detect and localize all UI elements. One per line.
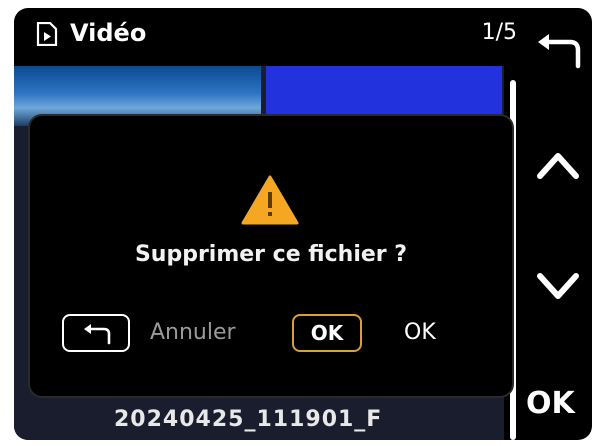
warning-icon <box>241 175 299 225</box>
chevron-up-icon[interactable] <box>536 148 580 182</box>
delete-confirm-dialog: Supprimer ce fichier ? Annuler OK OK <box>28 114 514 398</box>
file-name: 20240425_111901_F <box>114 407 383 432</box>
ok-button[interactable]: OK <box>526 386 575 421</box>
cancel-key-hint[interactable] <box>62 314 130 352</box>
back-arrow-icon[interactable] <box>534 30 582 70</box>
ok-key-hint[interactable]: OK <box>292 314 362 352</box>
file-counter: 1/5 <box>481 20 517 45</box>
video-file-icon <box>36 22 58 46</box>
dialog-message: Supprimer ce fichier ? <box>134 242 408 267</box>
device-screen: Vidéo 1/5 20240425_111901_F OK Supprimer… <box>14 8 592 440</box>
chevron-down-icon[interactable] <box>536 270 580 304</box>
page-title: Vidéo <box>70 19 147 47</box>
header-bar: Vidéo 1/5 <box>14 8 519 62</box>
back-arrow-icon <box>84 324 111 345</box>
cancel-button[interactable]: Annuler <box>150 320 236 345</box>
confirm-ok-button[interactable]: OK <box>404 320 436 345</box>
